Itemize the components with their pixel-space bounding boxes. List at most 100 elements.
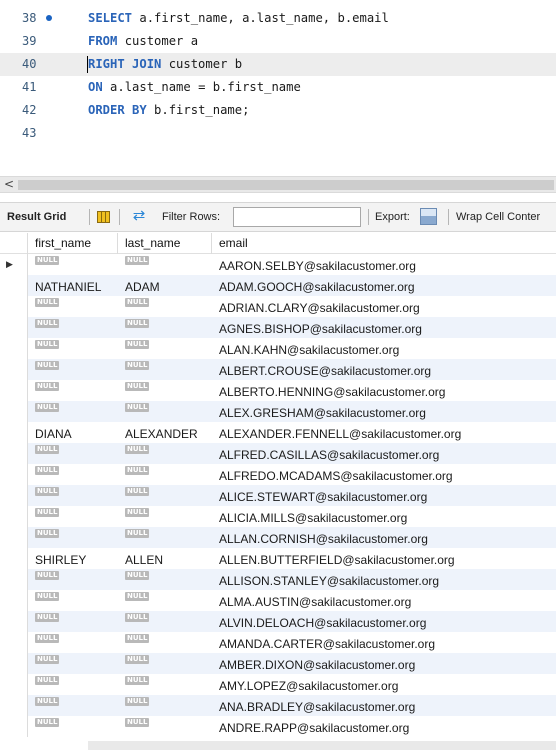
cell-email[interactable]: AARON.SELBY@sakilacustomer.org [212,254,556,275]
row-selector[interactable] [0,275,28,296]
cell-first-name[interactable]: NULL [28,716,118,737]
row-selector[interactable] [0,674,28,695]
cell-first-name[interactable]: NULL [28,359,118,380]
cell-first-name[interactable]: NULL [28,464,118,485]
table-row[interactable]: NULL NULL AMANDA.CARTER@sakilacustomer.org [0,632,556,653]
cell-email[interactable]: ADAM.GOOCH@sakilacustomer.org [212,275,556,296]
cell-email[interactable]: ALMA.AUSTIN@sakilacustomer.org [212,590,556,611]
wrap-cell-content-label[interactable]: Wrap Cell Conter [456,203,540,231]
cell-email[interactable]: AGNES.BISHOP@sakilacustomer.org [212,317,556,338]
table-row[interactable]: NULL NULL ALFRED.CASILLAS@sakilacustomer.o… [0,443,556,464]
column-header-email[interactable]: email [212,233,556,254]
cell-first-name[interactable]: SHIRLEY [28,548,118,569]
refresh-icon[interactable]: ⇄ [130,207,148,225]
cell-email[interactable]: ANDRE.RAPP@sakilacustomer.org [212,716,556,737]
cell-last-name[interactable]: NULL [118,380,212,401]
cell-email[interactable]: ALBERTO.HENNING@sakilacustomer.org [212,380,556,401]
table-row[interactable]: NULL NULL ANA.BRADLEY@sakilacustomer.org [0,695,556,716]
cell-last-name[interactable]: ADAM [118,275,212,296]
cell-first-name[interactable]: NULL [28,653,118,674]
cell-first-name[interactable]: NULL [28,401,118,422]
cell-last-name[interactable]: NULL [118,506,212,527]
table-row[interactable]: NULL NULL ALMA.AUSTIN@sakilacustomer.org [0,590,556,611]
row-selector[interactable] [0,716,28,737]
scroll-left-arrow-icon[interactable]: < [4,177,14,192]
cell-email[interactable]: ALLAN.CORNISH@sakilacustomer.org [212,527,556,548]
row-selector[interactable] [0,464,28,485]
cell-last-name[interactable]: NULL [118,653,212,674]
scrollbar-thumb[interactable] [18,180,554,190]
table-row[interactable]: NULL NULL AGNES.BISHOP@sakilacustomer.org [0,317,556,338]
table-row[interactable]: ▶ NULL NULL AARON.SELBY@sakilacustomer.org [0,254,556,275]
row-selector[interactable] [0,527,28,548]
code-line[interactable]: 43 [0,122,556,145]
cell-last-name[interactable]: NULL [118,569,212,590]
table-row[interactable]: NULL NULL ALAN.KAHN@sakilacustomer.org [0,338,556,359]
row-selector[interactable] [0,569,28,590]
table-row[interactable]: NULL NULL ALVIN.DELOACH@sakilacustomer.org [0,611,556,632]
cell-last-name[interactable]: NULL [118,317,212,338]
table-row[interactable]: NULL NULL ALLAN.CORNISH@sakilacustomer.org [0,527,556,548]
cell-last-name[interactable]: NULL [118,296,212,317]
row-selector[interactable] [0,506,28,527]
cell-last-name[interactable]: NULL [118,443,212,464]
filter-rows-input[interactable] [233,207,361,227]
row-selector-header[interactable] [0,233,28,254]
table-row[interactable]: NULL NULL ANDRE.RAPP@sakilacustomer.org [0,716,556,737]
cell-last-name[interactable]: NULL [118,611,212,632]
row-selector[interactable] [0,695,28,716]
table-row[interactable]: NULL NULL ADRIAN.CLARY@sakilacustomer.org [0,296,556,317]
grid-horizontal-scrollbar[interactable] [88,741,556,750]
row-selector[interactable] [0,380,28,401]
cell-last-name[interactable]: NULL [118,590,212,611]
cell-first-name[interactable]: NULL [28,632,118,653]
row-selector[interactable] [0,443,28,464]
cell-last-name[interactable]: NULL [118,695,212,716]
cell-email[interactable]: ALICIA.MILLS@sakilacustomer.org [212,506,556,527]
cell-first-name[interactable]: NULL [28,569,118,590]
row-selector[interactable] [0,359,28,380]
cell-first-name[interactable]: NATHANIEL [28,275,118,296]
cell-email[interactable]: ALLEN.BUTTERFIELD@sakilacustomer.org [212,548,556,569]
grid-view-icon[interactable] [97,211,110,223]
cell-first-name[interactable]: NULL [28,443,118,464]
row-selector[interactable] [0,296,28,317]
table-row[interactable]: DIANA ALEXANDER ALEXANDER.FENNELL@sakilacu… [0,422,556,443]
cell-last-name[interactable]: NULL [118,401,212,422]
row-selector[interactable] [0,653,28,674]
cell-email[interactable]: ALLISON.STANLEY@sakilacustomer.org [212,569,556,590]
table-row[interactable]: NULL NULL ALFREDO.MCADAMS@sakilacustomer.o… [0,464,556,485]
row-selector[interactable] [0,590,28,611]
cell-first-name[interactable]: NULL [28,380,118,401]
table-row[interactable]: NULL NULL AMBER.DIXON@sakilacustomer.org [0,653,556,674]
table-row[interactable]: NULL NULL ALBERT.CROUSE@sakilacustomer.org [0,359,556,380]
cell-first-name[interactable]: NULL [28,296,118,317]
row-selector[interactable] [0,548,28,569]
cell-first-name[interactable]: NULL [28,338,118,359]
row-selector[interactable] [0,485,28,506]
code-line[interactable]: 42 ORDER BY b.first_name; [0,99,556,122]
row-selector[interactable] [0,338,28,359]
cell-last-name[interactable]: NULL [118,254,212,275]
code-line[interactable]: 38 SELECT a.first_name, a.last_name, b.em… [0,7,556,30]
cell-email[interactable]: ALAN.KAHN@sakilacustomer.org [212,338,556,359]
export-icon[interactable] [420,208,437,225]
cell-last-name[interactable]: NULL [118,464,212,485]
cell-email[interactable]: ALEX.GRESHAM@sakilacustomer.org [212,401,556,422]
row-selector[interactable] [0,611,28,632]
cell-last-name[interactable]: NULL [118,716,212,737]
cell-last-name[interactable]: NULL [118,359,212,380]
cell-last-name[interactable]: NULL [118,632,212,653]
cell-first-name[interactable]: NULL [28,674,118,695]
sql-editor[interactable]: 38 SELECT a.first_name, a.last_name, b.em… [0,0,556,165]
column-header-last-name[interactable]: last_name [118,233,212,254]
row-selector[interactable] [0,422,28,443]
cell-email[interactable]: ADRIAN.CLARY@sakilacustomer.org [212,296,556,317]
result-grid[interactable]: first_name last_name email ▶ NULL NULL AARO… [0,233,556,750]
cell-first-name[interactable]: NULL [28,590,118,611]
cell-email[interactable]: ALVIN.DELOACH@sakilacustomer.org [212,611,556,632]
cell-email[interactable]: ALEXANDER.FENNELL@sakilacustomer.org [212,422,556,443]
cell-first-name[interactable]: NULL [28,254,118,275]
table-row[interactable]: NULL NULL ALLISON.STANLEY@sakilacustomer.o… [0,569,556,590]
cell-email[interactable]: AMBER.DIXON@sakilacustomer.org [212,653,556,674]
